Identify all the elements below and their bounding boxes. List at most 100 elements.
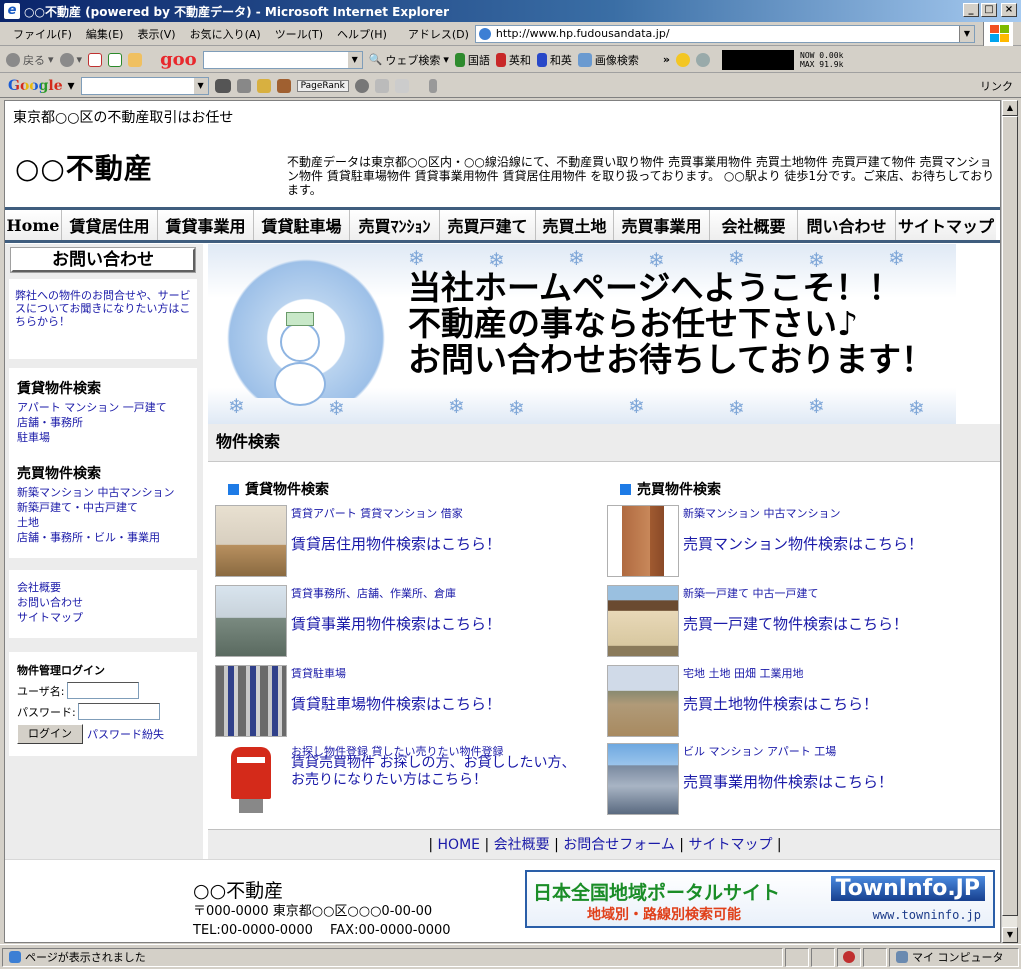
sidebar-link-sitemap[interactable]: サイトマップ [17, 610, 189, 625]
mailbox-icon[interactable] [215, 743, 287, 815]
news-icon[interactable] [236, 78, 251, 93]
block-popup-icon[interactable] [276, 78, 291, 93]
property-register-item[interactable]: お探し物件登録 貸したい売りたい物件登録 賃貸売買物件 お探しの方、お貸ししたい… [215, 743, 595, 817]
sidebar-link-inquiry[interactable]: お問い合わせ [17, 595, 189, 610]
menu-view[interactable]: 表示(V) [130, 24, 182, 44]
google-logo[interactable]: Google ▾ [8, 78, 75, 94]
sale-mansion-link[interactable]: 売買マンション物件検索はこちら！ [683, 533, 923, 554]
close-button[interactable]: × [1001, 3, 1017, 17]
rent-business-item[interactable]: 賃貸事務所、店舗、作業所、倉庫 賃貸事業用物件検索はこちら！ [215, 585, 595, 659]
rent-link-residential[interactable]: アパート マンション 一戸建て [17, 400, 189, 415]
sale-link-house[interactable]: 新築戸建て・中古戸建て [17, 500, 189, 515]
google-dropdown-icon[interactable]: ▼ [193, 77, 208, 94]
sale-house-subtitle[interactable]: 新築一戸建て 中古一戸建て [683, 585, 819, 601]
kokugo-button[interactable]: 国語 [454, 52, 490, 68]
goo-dropdown-icon[interactable]: ▼ [347, 51, 362, 68]
room-interior-thumbnail[interactable] [215, 505, 287, 577]
apartment-building-thumbnail[interactable] [607, 505, 679, 577]
nav-sale-business[interactable]: 売買事業用 [614, 210, 710, 240]
rent-parking-link[interactable]: 賃貸駐車場物件検索はこちら！ [291, 693, 501, 714]
links-label[interactable]: リンク [980, 78, 1013, 94]
home-icon[interactable] [128, 52, 143, 67]
rent-residential-item[interactable]: 賃貸アパート 賃貸マンション 借家 賃貸居住用物件検索はこちら！ [215, 505, 595, 579]
sale-business-item[interactable]: ビル マンション アパート 工場 売買事業用物件検索はこちら！ [607, 743, 987, 817]
rent-business-link[interactable]: 賃貸事業用物件検索はこちら！ [291, 613, 501, 634]
rent-link-shop-office[interactable]: 店舗・事務所 [17, 415, 189, 430]
scroll-thumb[interactable] [1002, 116, 1018, 916]
sale-land-subtitle[interactable]: 宅地 土地 田畑 工業用地 [683, 665, 804, 681]
menu-help[interactable]: ヘルプ(H) [330, 24, 394, 44]
forgot-password-link[interactable]: パスワード紛失 [87, 727, 164, 742]
rent-residential-subtitle[interactable]: 賃貸アパート 賃貸マンション 借家 [291, 505, 463, 521]
towninfo-banner[interactable]: 日本全国地域ポータルサイト 地域別・路線別検索可能 TownInfo.JP ww… [525, 870, 995, 928]
image-search-button[interactable]: 画像検索 [577, 52, 639, 68]
house-thumbnail[interactable] [607, 585, 679, 657]
rent-parking-subtitle[interactable]: 賃貸駐車場 [291, 665, 346, 681]
scroll-up-icon[interactable]: ▲ [1002, 100, 1018, 116]
sale-link-mansion[interactable]: 新築マンション 中古マンション [17, 485, 189, 500]
nav-company[interactable]: 会社概要 [710, 210, 798, 240]
office-thumbnail[interactable] [215, 585, 287, 657]
menu-favorites[interactable]: お気に入り(A) [183, 24, 268, 44]
skyline-thumbnail[interactable] [607, 743, 679, 815]
nav-home[interactable]: Home [5, 210, 62, 240]
menu-file[interactable]: ファイル(F) [6, 24, 79, 44]
username-input[interactable] [66, 682, 139, 699]
address-dropdown-icon[interactable]: ▼ [958, 25, 974, 42]
sale-house-link[interactable]: 売買一戸建て物件検索はこちら！ [683, 613, 908, 634]
login-button[interactable]: ログイン [17, 724, 83, 744]
footer-link-home[interactable]: HOME [438, 837, 480, 853]
nav-sitemap[interactable]: サイトマップ [896, 210, 996, 240]
nav-rent-business[interactable]: 賃貸事業用 [158, 210, 254, 240]
rent-link-parking[interactable]: 駐車場 [17, 430, 189, 445]
rent-business-subtitle[interactable]: 賃貸事務所、店舗、作業所、倉庫 [291, 585, 456, 601]
minimize-button[interactable]: _ [963, 3, 979, 17]
contact-button[interactable]: お問い合わせ [10, 247, 196, 273]
password-input[interactable] [77, 703, 160, 720]
address-bar[interactable]: http://www.hp.fudousandata.jp/ ▼ [474, 24, 975, 43]
sale-house-item[interactable]: 新築一戸建て 中古一戸建て 売買一戸建て物件検索はこちら！ [607, 585, 987, 659]
nav-inquiry[interactable]: 問い合わせ [798, 210, 896, 240]
sale-business-subtitle[interactable]: ビル マンション アパート 工場 [683, 743, 836, 759]
sidebar-link-company[interactable]: 会社概要 [17, 580, 189, 595]
contact-note[interactable]: 弊社への物件のお問合せや、サービスについてお聞きになりたい方はこちらから！ [9, 279, 197, 359]
overflow-chevron-icon[interactable]: » [663, 53, 670, 66]
weather-sun-icon[interactable] [676, 52, 691, 67]
highlight-pen-icon[interactable] [428, 78, 437, 93]
nav-sale-land[interactable]: 売買土地 [536, 210, 614, 240]
menu-edit[interactable]: 編集(E) [79, 24, 131, 44]
options-icon[interactable] [394, 78, 409, 93]
rent-residential-link[interactable]: 賃貸居住用物件検索はこちら！ [291, 533, 501, 554]
footer-link-inquiry-form[interactable]: お問合せフォーム [563, 837, 675, 853]
binoculars-icon[interactable] [214, 78, 231, 93]
forward-button[interactable]: ▾ [59, 52, 82, 67]
vertical-scrollbar[interactable]: ▲ ▼ [1001, 100, 1018, 943]
sale-link-business[interactable]: 店舗・事務所・ビル・事業用 [17, 530, 189, 545]
nav-rent-parking[interactable]: 賃貸駐車場 [254, 210, 350, 240]
footer-link-company[interactable]: 会社概要 [494, 837, 550, 853]
land-thumbnail[interactable] [607, 665, 679, 737]
parking-lot-thumbnail[interactable] [215, 665, 287, 737]
scroll-down-icon[interactable]: ▼ [1002, 927, 1018, 943]
nav-sale-house[interactable]: 売買戸建て [440, 210, 536, 240]
nav-rent-residential[interactable]: 賃貸居住用 [62, 210, 158, 240]
rent-parking-item[interactable]: 賃貸駐車場 賃貸駐車場物件検索はこちら！ [215, 665, 595, 739]
nav-sale-mansion[interactable]: 売買ﾏﾝｼｮﾝ [350, 210, 440, 240]
google-search-input[interactable]: ▼ [80, 76, 209, 95]
refresh-icon[interactable] [108, 52, 123, 67]
maximize-button[interactable]: □ [981, 3, 997, 17]
sale-land-item[interactable]: 宅地 土地 田畑 工業用地 売買土地物件検索はこちら！ [607, 665, 987, 739]
popup-blocked-icon[interactable] [843, 951, 855, 963]
stop-icon[interactable] [88, 52, 103, 67]
web-search-button[interactable]: 🔍 ウェブ検索 ▾ [369, 52, 449, 68]
sale-mansion-item[interactable]: 新築マンション 中古マンション 売買マンション物件検索はこちら！ [607, 505, 987, 579]
sale-business-link[interactable]: 売買事業用物件検索はこちら！ [683, 771, 893, 792]
related-pages-icon[interactable] [374, 78, 389, 93]
footer-link-sitemap[interactable]: サイトマップ [688, 837, 772, 853]
waei-button[interactable]: 和英 [536, 52, 572, 68]
sale-land-link[interactable]: 売買土地物件検索はこちら！ [683, 693, 878, 714]
weather-umbrella-icon[interactable] [696, 52, 711, 67]
info-icon[interactable] [354, 78, 369, 93]
menu-tools[interactable]: ツール(T) [268, 24, 330, 44]
sale-mansion-subtitle[interactable]: 新築マンション 中古マンション [683, 505, 841, 521]
